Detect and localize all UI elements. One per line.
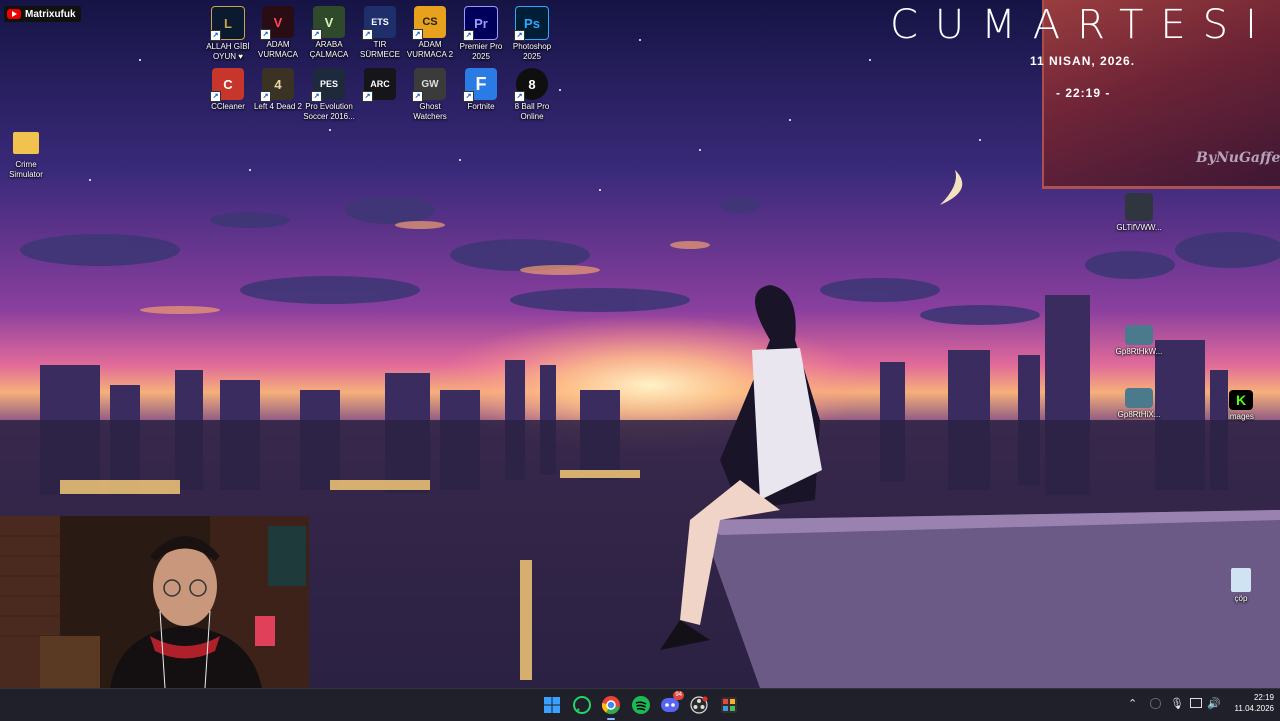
volume-icon[interactable]: 🔊 <box>1207 697 1221 710</box>
desktop-icon-pes[interactable]: PES ↗ Pro Evolution Soccer 2016... <box>303 68 355 122</box>
desktop-icon-label: ADAM VURMACA <box>257 40 298 59</box>
chrome-icon <box>601 696 620 715</box>
desktop-icon-premiere[interactable]: Pr ↗ Premier Pro 2025 <box>455 6 507 62</box>
desktop-icon-image-3[interactable]: Gp8RtHiX... <box>1113 388 1165 420</box>
counter-strike-icon: CS ↗ <box>412 6 446 40</box>
desktop-icon-label: Fortnite <box>467 102 495 111</box>
youtube-logo-icon <box>7 9 21 19</box>
desktop-icon-cs[interactable]: CS ↗ ADAM VURMACA 2 <box>404 6 456 60</box>
desktop-icon-label: Pro Evolution Soccer 2016... <box>303 102 355 121</box>
pes-2016-icon: PES ↗ <box>311 68 345 102</box>
channel-name: Matrixufuk <box>25 8 76 20</box>
desktop-icon-ets[interactable]: ETS ↗ TIR SÜRMECE <box>354 6 406 60</box>
desktop-icon-crime-simulator[interactable]: Crime Simulator <box>0 132 52 180</box>
whatsapp-icon <box>573 696 591 714</box>
taskbar-date: 11.04.2026 <box>1234 704 1274 713</box>
desktop-icon-ccleaner[interactable]: C ↗ CCleaner <box>202 68 254 112</box>
webcam-overlay <box>0 516 309 688</box>
desktop-icon-ghost-watchers[interactable]: GW ↗ Ghost Watchers <box>404 68 456 122</box>
network-icon[interactable] <box>1190 698 1202 708</box>
desktop-icon-recycle-bin[interactable]: çöp <box>1215 568 1267 604</box>
desktop-icon-images[interactable]: K images <box>1215 390 1267 422</box>
windows-start-button[interactable] <box>542 695 562 715</box>
ghost-watchers-icon: GW ↗ <box>412 68 446 102</box>
desktop-icon-label: 8 Ball Pro Online <box>514 102 550 121</box>
desktop-icon-image-1[interactable]: GLTifVWW... <box>1113 193 1165 233</box>
recycle-bin-icon <box>1231 568 1251 592</box>
desktop-icon-label: Gp8RtHkW... <box>1115 347 1163 356</box>
desktop-icon-label: Left 4 Dead 2 <box>253 102 303 111</box>
desktop-icon-label: Premier Pro 2025 <box>459 42 503 61</box>
tray-app-icon[interactable] <box>1150 698 1161 709</box>
discord-notification-badge: 94 <box>673 691 684 700</box>
taskbar-time: 22:19 <box>1253 693 1274 702</box>
league-of-legends-icon: L ↗ <box>210 6 245 41</box>
folder-icon <box>13 132 39 154</box>
desktop-icon-photoshop[interactable]: Ps ↗ Photoshop 2025 <box>506 6 558 62</box>
clock-day-name: CUMARTESI <box>890 2 1274 48</box>
taskbar-whatsapp[interactable] <box>572 695 592 715</box>
euro-truck-simulator-icon: ETS ↗ <box>362 6 396 40</box>
left-4-dead-2-icon: 4 ↗ <box>260 68 294 102</box>
fortnite-icon: F ↗ <box>463 68 497 102</box>
taskbar-obs[interactable] <box>689 695 709 715</box>
photoshop-icon: Ps ↗ <box>514 6 549 41</box>
desktop-icon-label: TIR SÜRMECE <box>359 40 400 59</box>
desktop-icon-valorant[interactable]: V ↗ ADAM VURMACA <box>252 6 304 60</box>
taskbar: 94 ⌃ 🎙 🔊 22:19 11.04.2026 <box>0 688 1280 721</box>
valorant-icon: V ↗ <box>260 6 294 40</box>
desktop-icon-label: Ghost Watchers <box>413 102 447 121</box>
windows-start-icon <box>544 697 560 713</box>
desktop-icon-label: çöp <box>1234 594 1248 603</box>
obs-icon <box>690 696 708 714</box>
microphone-icon[interactable]: 🎙 <box>1170 697 1184 710</box>
taskbar-clock[interactable]: 22:19 11.04.2026 <box>1222 692 1274 714</box>
clock-time: - 22:19 - <box>1056 86 1111 100</box>
image-file-icon <box>1125 388 1153 408</box>
desktop-icon-arc-raiders[interactable]: ARC ↗ <box>354 68 406 102</box>
desktop-icon-image-2[interactable]: Gp8RtHkW... <box>1113 325 1165 357</box>
youtube-channel-badge: Matrixufuk <box>4 6 81 22</box>
eight-ball-icon: 8 ↗ <box>514 68 548 102</box>
desktop-icon-lol[interactable]: L ↗ ALLAH GİBİ OYUN ♥ <box>202 6 254 62</box>
image-file-icon <box>1125 325 1153 345</box>
kick-icon: K <box>1229 390 1253 410</box>
desktop-icon-label: images <box>1228 412 1254 421</box>
desktop-icon-label: Crime Simulator <box>9 160 43 179</box>
taskbar-chrome[interactable] <box>601 695 621 720</box>
ccleaner-icon: C ↗ <box>210 68 244 102</box>
desktop-icon-label: ALLAH GİBİ OYUN ♥ <box>206 42 250 61</box>
desktop-icon-8ball[interactable]: 8 ↗ 8 Ball Pro Online <box>506 68 558 122</box>
desktop-icon-label: CCleaner <box>211 102 245 111</box>
spotify-icon <box>632 696 650 714</box>
desktop-icon-gta[interactable]: V ↗ ARABA ÇALMACA <box>303 6 355 60</box>
premiere-pro-icon: Pr ↗ <box>463 6 498 41</box>
taskbar-spotify[interactable] <box>631 695 651 715</box>
desktop-icon-label: ADAM VURMACA 2 <box>406 40 454 59</box>
widget-signature: ByNuGaffe <box>1196 150 1280 166</box>
desktop-icon-label: ARABA ÇALMACA <box>309 40 349 59</box>
taskbar-snipping-tool[interactable] <box>719 695 739 715</box>
desktop-icon-l4d2[interactable]: 4 ↗ Left 4 Dead 2 <box>252 68 304 112</box>
desktop-icon-fortnite[interactable]: F ↗ Fortnite <box>455 68 507 112</box>
desktop-icon-label: GLTifVWW... <box>1116 223 1162 232</box>
desktop-icon-label: Photoshop 2025 <box>512 42 552 61</box>
show-hidden-icons-chevron-icon[interactable]: ⌃ <box>1128 697 1137 710</box>
desktop-icon-label: Gp8RtHiX... <box>1117 410 1161 419</box>
arc-raiders-icon: ARC ↗ <box>362 68 396 102</box>
taskbar-discord[interactable]: 94 <box>660 691 684 715</box>
clock-date: 11 NISAN, 2026. <box>1030 54 1136 68</box>
gta-v-icon: V ↗ <box>311 6 345 40</box>
snipping-tool-icon <box>721 697 737 713</box>
image-file-icon <box>1125 193 1153 221</box>
